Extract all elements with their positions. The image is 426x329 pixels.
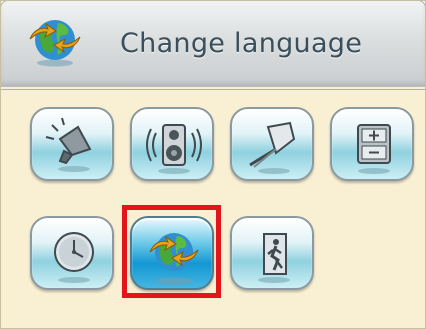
loudspeaker-icon [45, 117, 92, 172]
calibration-button[interactable] [230, 107, 314, 181]
page-title: Change language [120, 28, 363, 59]
sound-settings-button[interactable] [130, 107, 214, 181]
globe-arrows-icon [29, 20, 81, 67]
clock-icon [54, 232, 94, 283]
exit-button[interactable] [230, 216, 314, 290]
exit-door-icon [258, 233, 290, 283]
speaker-volume-button[interactable] [30, 107, 114, 181]
time-settings-button[interactable] [30, 216, 114, 290]
selection-highlight [122, 205, 221, 298]
settings-screen: Change language [0, 0, 426, 329]
battery-icon [357, 124, 391, 174]
battery-power-button[interactable] [330, 107, 414, 181]
speaker-box-icon [146, 124, 202, 174]
stylus-calibrate-icon [249, 121, 296, 174]
